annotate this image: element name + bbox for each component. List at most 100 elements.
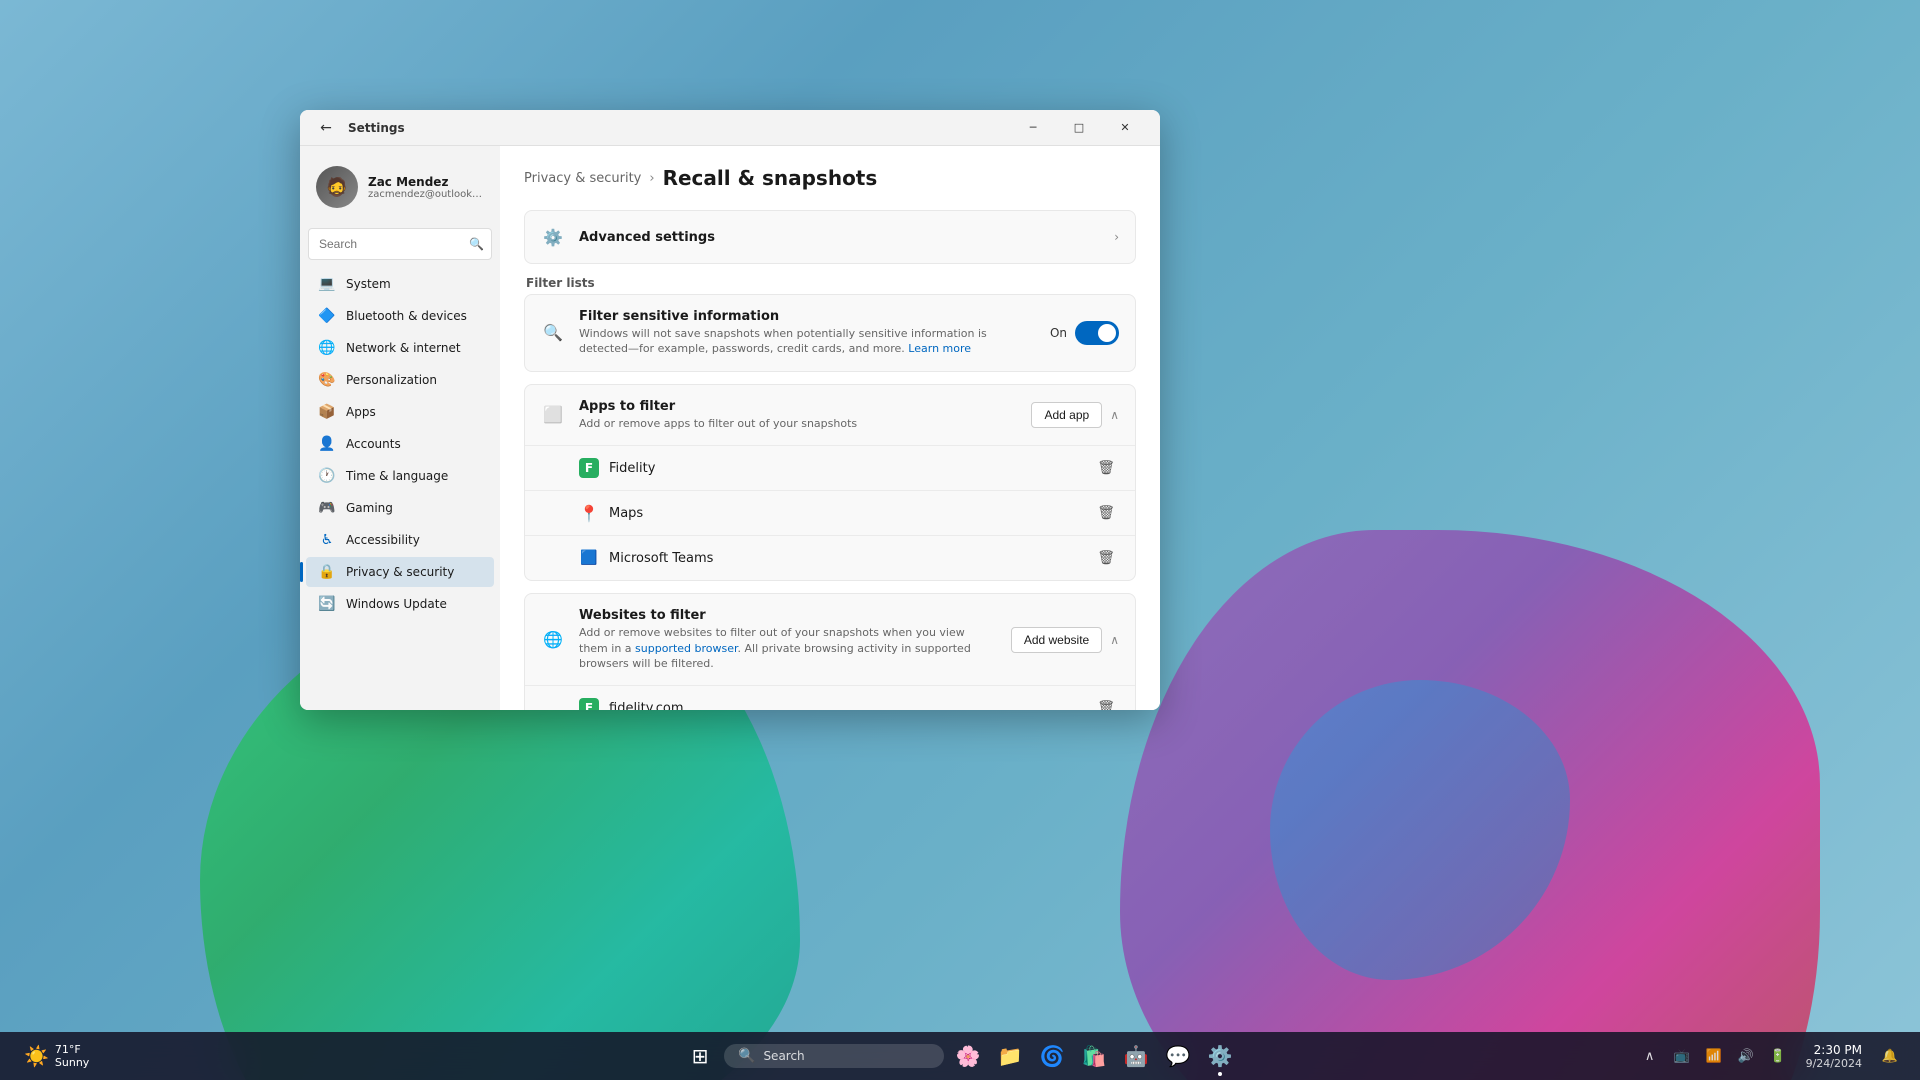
user-profile[interactable]: 🧔 Zac Mendez zacmendez@outlook.com: [300, 154, 500, 220]
network-icon: 🌐: [318, 339, 336, 357]
breadcrumb-separator: ›: [649, 171, 654, 186]
back-button[interactable]: ←: [312, 114, 340, 142]
fidelity-delete-button[interactable]: 🗑: [1093, 456, 1119, 480]
add-app-button[interactable]: Add app: [1031, 402, 1102, 428]
apps-to-filter-title: Apps to filter: [579, 399, 1017, 414]
websites-filter-chevron[interactable]: ∧: [1110, 633, 1119, 647]
window-controls: ─ □ ✕: [1010, 110, 1148, 146]
tray-volume-icon[interactable]: 🔊: [1732, 1042, 1760, 1070]
maps-app-name: Maps: [609, 506, 1083, 521]
sidebar-search-container: 🔍: [308, 228, 492, 260]
sidebar-item-system[interactable]: 💻 System: [306, 269, 494, 299]
advanced-settings-icon: ⚙️: [541, 225, 565, 249]
filter-sensitive-row: 🔍 Filter sensitive information Windows w…: [525, 295, 1135, 371]
add-website-button[interactable]: Add website: [1011, 627, 1102, 653]
websites-to-filter-card: 🌐 Websites to filter Add or remove websi…: [524, 593, 1136, 710]
advanced-settings-row[interactable]: ⚙️ Advanced settings ›: [525, 211, 1135, 263]
sidebar-label-personalization: Personalization: [346, 373, 437, 387]
sidebar-item-bluetooth[interactable]: 🔷 Bluetooth & devices: [306, 301, 494, 331]
tray-battery-icon[interactable]: 🔋: [1764, 1042, 1792, 1070]
taskbar-widgets[interactable]: 🌸: [950, 1038, 986, 1074]
close-button[interactable]: ✕: [1102, 110, 1148, 146]
apps-to-filter-header: ⬜ Apps to filter Add or remove apps to f…: [525, 385, 1135, 446]
sidebar-search-icon: 🔍: [469, 237, 484, 251]
learn-more-link[interactable]: Learn more: [908, 342, 971, 355]
apps-filter-chevron[interactable]: ∧: [1110, 408, 1119, 422]
settings-window: ← Settings ─ □ ✕ 🧔 Zac Mendez zacmendez@…: [300, 110, 1160, 710]
user-name: Zac Mendez: [368, 175, 484, 189]
sidebar-label-apps: Apps: [346, 405, 376, 419]
toggle-on-label: On: [1050, 326, 1067, 340]
tray-display-icon[interactable]: 📺: [1668, 1042, 1696, 1070]
taskbar-file-explorer[interactable]: 📁: [992, 1038, 1028, 1074]
sidebar-item-accounts[interactable]: 👤 Accounts: [306, 429, 494, 459]
advanced-settings-title: Advanced settings: [579, 230, 1100, 245]
apps-icon: 📦: [318, 403, 336, 421]
tray-network-icon[interactable]: 📶: [1700, 1042, 1728, 1070]
website-fidelity-row: F fidelity.com 🗑: [525, 686, 1135, 710]
start-button[interactable]: ⊞: [682, 1038, 718, 1074]
maximize-button[interactable]: □: [1056, 110, 1102, 146]
system-icon: 💻: [318, 275, 336, 293]
websites-to-filter-header: 🌐 Websites to filter Add or remove websi…: [525, 594, 1135, 686]
sidebar-label-accounts: Accounts: [346, 437, 401, 451]
fidelity-website-name: fidelity.com: [609, 701, 1083, 710]
fidelity-web-icon: F: [579, 698, 599, 710]
sidebar-item-accessibility[interactable]: ♿ Accessibility: [306, 525, 494, 555]
fidelity-website-delete-button[interactable]: 🗑: [1093, 696, 1119, 710]
weather-icon: ☀️: [24, 1044, 49, 1068]
clock-date: 9/24/2024: [1806, 1057, 1862, 1070]
taskbar-copilot[interactable]: 🤖: [1118, 1038, 1154, 1074]
taskbar-store[interactable]: 🛍️: [1076, 1038, 1112, 1074]
websites-filter-icon: 🌐: [541, 628, 565, 652]
minimize-button[interactable]: ─: [1010, 110, 1056, 146]
filter-lists-label: Filter lists: [524, 276, 1136, 290]
taskbar-center: ⊞ 🔍 Search 🌸 📁 🌀 🛍️ 🤖 💬 ⚙️: [682, 1038, 1238, 1074]
sidebar-label-bluetooth: Bluetooth & devices: [346, 309, 467, 323]
taskbar-search[interactable]: 🔍 Search: [724, 1044, 944, 1068]
filter-sensitive-title: Filter sensitive information: [579, 309, 1036, 324]
weather-widget[interactable]: ☀️ 71°F Sunny: [16, 1039, 97, 1073]
sidebar-search-input[interactable]: [308, 228, 492, 260]
apps-filter-icon: ⬜: [541, 403, 565, 427]
breadcrumb-parent[interactable]: Privacy & security: [524, 171, 641, 186]
sidebar-label-privacy: Privacy & security: [346, 565, 454, 579]
tray-expand-icon[interactable]: ∧: [1636, 1042, 1664, 1070]
taskbar-right: ∧ 📺 📶 🔊 🔋 2:30 PM 9/24/2024 🔔: [1636, 1041, 1904, 1072]
taskbar: ☀️ 71°F Sunny ⊞ 🔍 Search 🌸 📁 🌀 🛍️ 🤖 💬 ⚙️…: [0, 1032, 1920, 1080]
sidebar-item-update[interactable]: 🔄 Windows Update: [306, 589, 494, 619]
sidebar-item-privacy[interactable]: 🔒 Privacy & security: [306, 557, 494, 587]
maps-delete-button[interactable]: 🗑: [1093, 501, 1119, 525]
taskbar-teams[interactable]: 💬: [1160, 1038, 1196, 1074]
breadcrumb-current: Recall & snapshots: [663, 166, 878, 190]
sidebar-label-accessibility: Accessibility: [346, 533, 420, 547]
weather-temp: 71°F: [55, 1043, 89, 1056]
filter-sensitive-subtitle: Windows will not save snapshots when pot…: [579, 326, 1036, 357]
supported-browser-link[interactable]: supported browser: [635, 642, 737, 655]
teams-app-name: Microsoft Teams: [609, 551, 1083, 566]
sidebar-label-network: Network & internet: [346, 341, 461, 355]
app-fidelity-row: F Fidelity 🗑: [525, 446, 1135, 491]
clock-time: 2:30 PM: [1806, 1043, 1862, 1057]
taskbar-settings[interactable]: ⚙️: [1202, 1038, 1238, 1074]
filter-sensitive-toggle[interactable]: [1075, 321, 1119, 345]
fidelity-app-icon: F: [579, 458, 599, 478]
teams-delete-button[interactable]: 🗑: [1093, 546, 1119, 570]
app-teams-row: 🟦 Microsoft Teams 🗑: [525, 536, 1135, 580]
websites-to-filter-subtitle: Add or remove websites to filter out of …: [579, 625, 997, 671]
sidebar-item-time[interactable]: 🕐 Time & language: [306, 461, 494, 491]
sidebar-item-gaming[interactable]: 🎮 Gaming: [306, 493, 494, 523]
accounts-icon: 👤: [318, 435, 336, 453]
sidebar-item-personalization[interactable]: 🎨 Personalization: [306, 365, 494, 395]
clock[interactable]: 2:30 PM 9/24/2024: [1800, 1041, 1868, 1072]
maps-app-icon: 📍: [579, 503, 599, 523]
sidebar-label-time: Time & language: [346, 469, 448, 483]
sidebar-item-network[interactable]: 🌐 Network & internet: [306, 333, 494, 363]
sidebar-item-apps[interactable]: 📦 Apps: [306, 397, 494, 427]
apps-to-filter-card: ⬜ Apps to filter Add or remove apps to f…: [524, 384, 1136, 581]
page-header: Privacy & security › Recall & snapshots: [524, 166, 1136, 190]
taskbar-edge[interactable]: 🌀: [1034, 1038, 1070, 1074]
accessibility-icon: ♿: [318, 531, 336, 549]
notification-bell-icon[interactable]: 🔔: [1876, 1042, 1904, 1070]
update-icon: 🔄: [318, 595, 336, 613]
